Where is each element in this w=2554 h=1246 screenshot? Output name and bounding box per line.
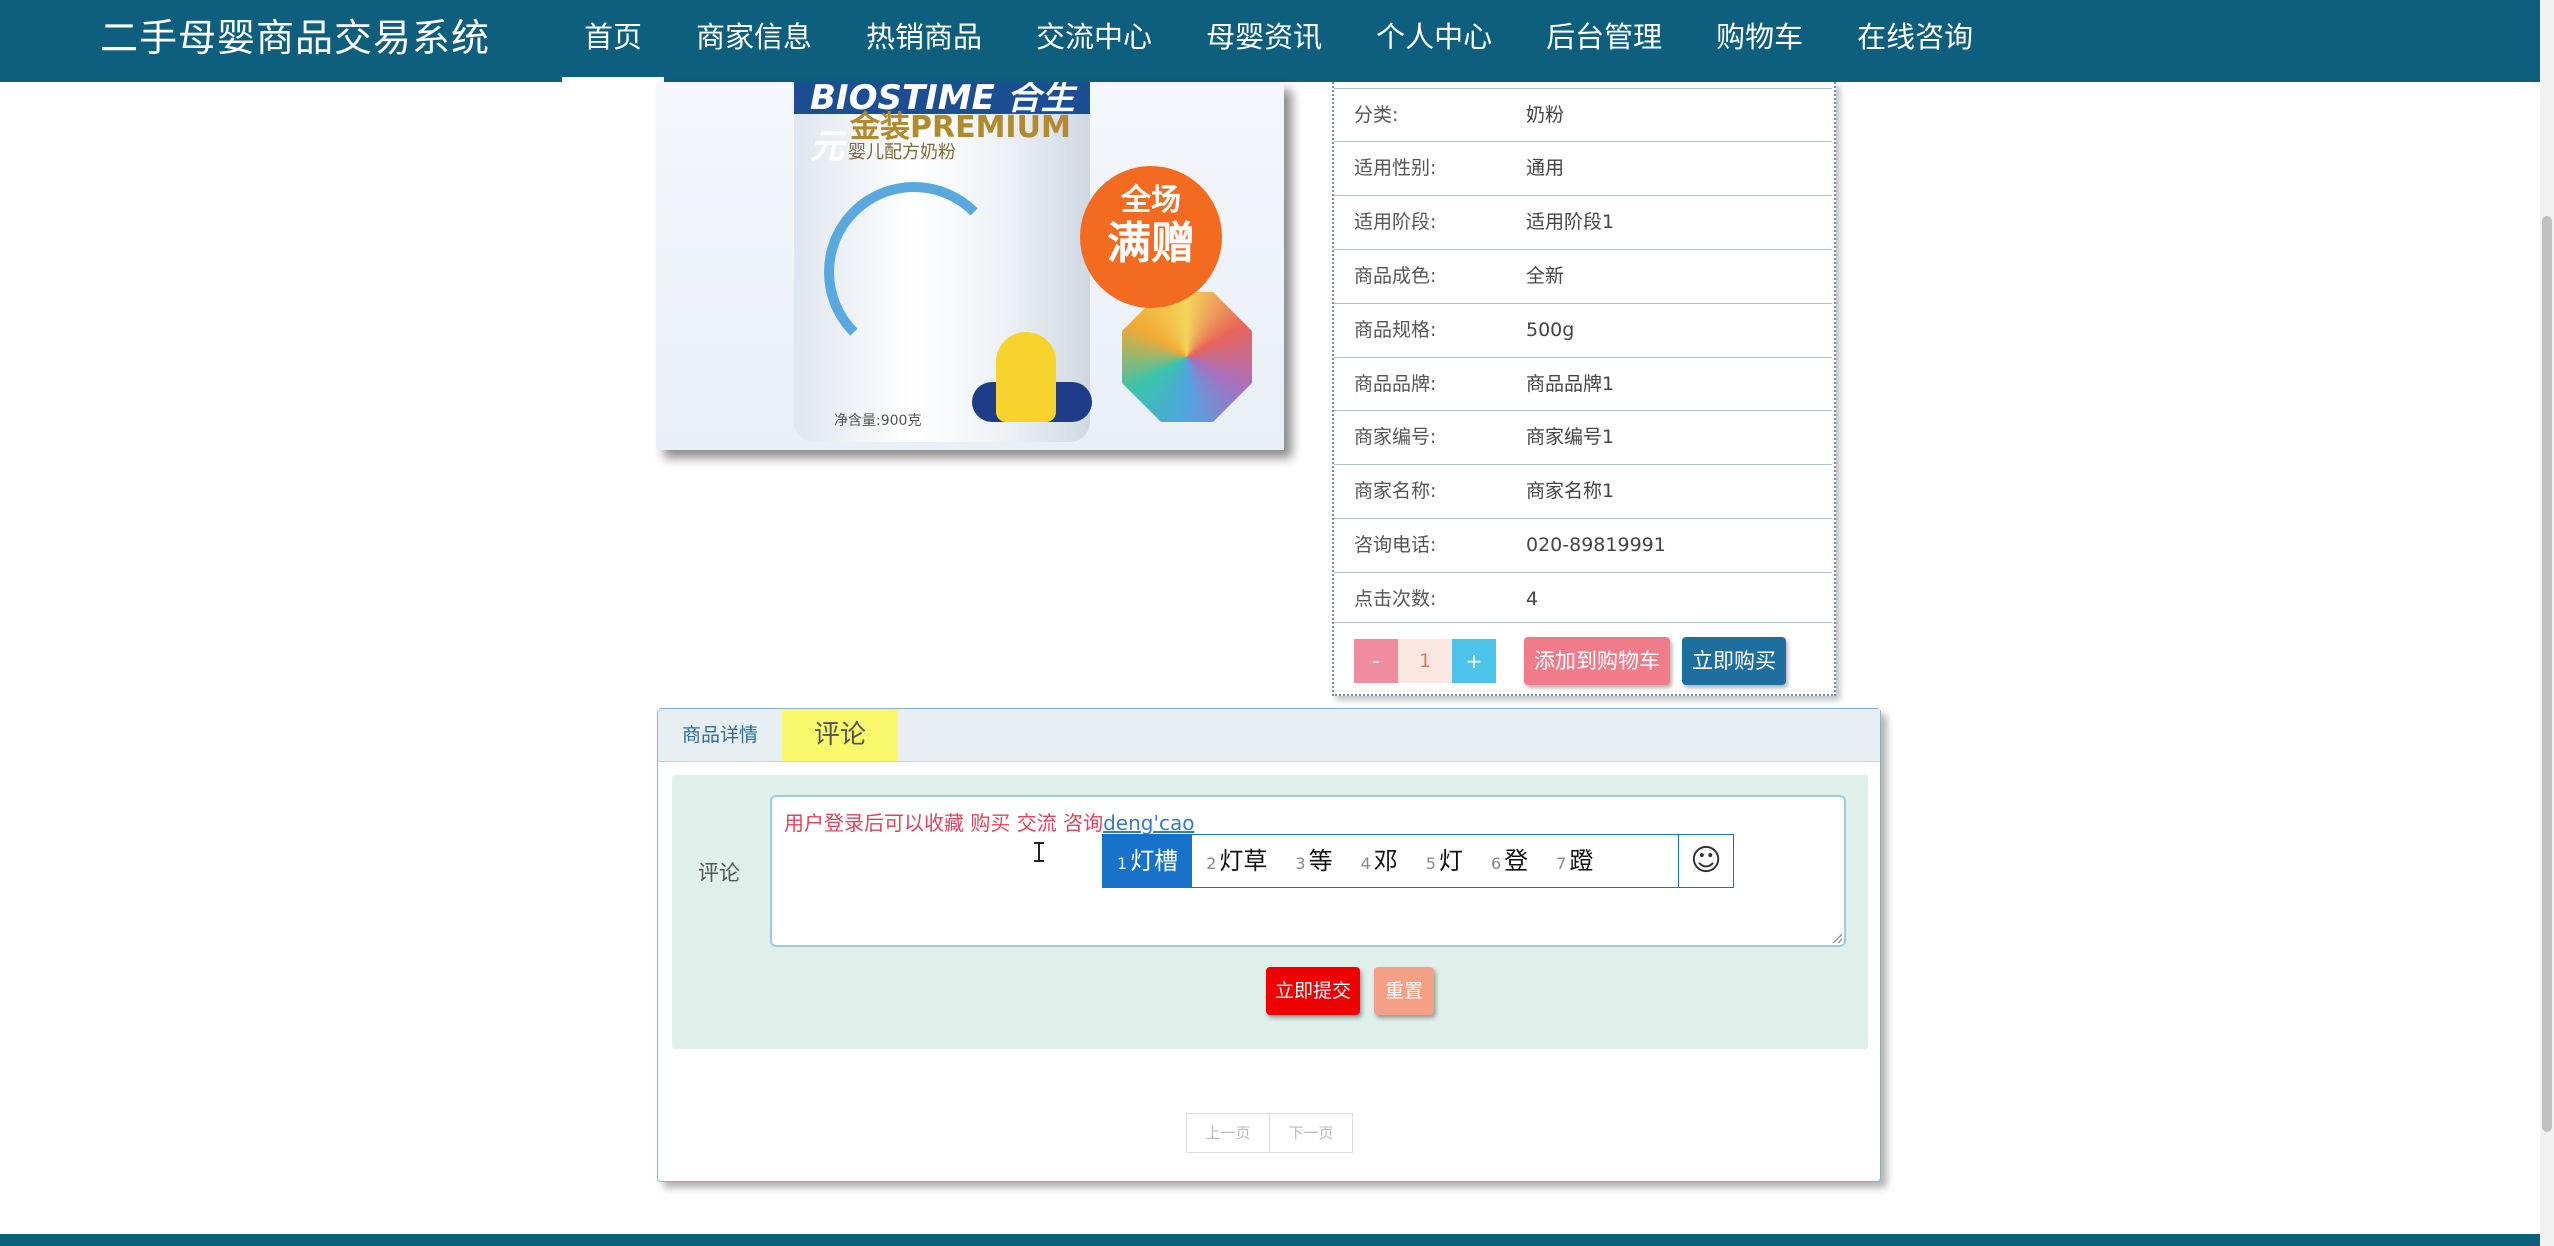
ime-candidate[interactable]: 7蹬 — [1542, 835, 1607, 887]
purchase-actions: - 1 + 添加到购物车 立即购买 — [1334, 622, 1832, 693]
ime-candidate[interactable]: 5灯 — [1412, 835, 1477, 887]
pagination: 上一页 下一页 — [1186, 1113, 1353, 1153]
info-row-phone: 咨询电话: 020-89819991 — [1334, 518, 1832, 571]
can-sub-text: 婴儿配方奶粉 — [848, 142, 956, 163]
magnetic-tiles-toy — [1122, 292, 1252, 422]
resize-handle-icon[interactable] — [1832, 933, 1842, 943]
comment-text: 用户登录后可以收藏 购买 交流 咨询 — [784, 811, 1104, 835]
buy-now-button[interactable]: 立即购买 — [1682, 637, 1786, 685]
detail-comment-panel: 商品详情 评论 评论 用户登录后可以收藏 购买 交流 咨询deng'cao 立即… — [657, 708, 1881, 1182]
info-row-gender: 适用性别: 通用 — [1334, 141, 1832, 194]
info-row-spec: 商品规格: 500g — [1334, 303, 1832, 356]
quantity-input[interactable]: 1 — [1398, 639, 1452, 683]
nav-forum[interactable]: 交流中心 — [1014, 0, 1174, 82]
quantity-increase-button[interactable]: + — [1452, 639, 1496, 683]
prev-page-button[interactable]: 上一页 — [1186, 1113, 1270, 1153]
swirl-graphic — [824, 182, 1004, 362]
ime-candidate[interactable]: 1 灯槽 — [1103, 835, 1193, 887]
nav-news[interactable]: 母婴资讯 — [1184, 0, 1344, 82]
info-row-category: 分类: 奶粉 — [1334, 88, 1832, 141]
ime-candidate[interactable]: 3等 — [1281, 835, 1346, 887]
info-row-brand: 商品品牌: 商品品牌1 — [1334, 357, 1832, 410]
can-net-weight: 净含量:900克 — [834, 413, 922, 429]
toy-figure — [996, 332, 1056, 422]
ime-candidate-window: 1 灯槽 2 灯草 3等 4邓 5灯 6登 7蹬 ☺ — [1102, 834, 1734, 888]
quantity-decrease-button[interactable]: - — [1354, 639, 1398, 683]
site-title[interactable]: 二手母婴商品交易系统 — [100, 12, 490, 64]
promo-badge: 全场 满赠 — [1080, 166, 1222, 308]
top-navbar: 二手母婴商品交易系统 首页 商家信息 热销商品 交流中心 母婴资讯 个人中心 后… — [0, 0, 2540, 82]
info-row-stage: 适用阶段: 适用阶段1 — [1334, 195, 1832, 248]
reset-button[interactable]: 重置 — [1374, 967, 1434, 1015]
product-info-table: 分类: 奶粉 适用性别: 通用 适用阶段: 适用阶段1 商品成色: 全新 商品规… — [1332, 82, 1836, 696]
tab-comment[interactable]: 评论 — [782, 709, 898, 761]
add-to-cart-button[interactable]: 添加到购物车 — [1524, 637, 1670, 685]
scrollbar-thumb[interactable] — [2542, 216, 2552, 1132]
nav-home[interactable]: 首页 — [562, 0, 665, 82]
ime-candidate[interactable]: 4邓 — [1347, 835, 1412, 887]
footer-bar — [0, 1234, 2540, 1246]
comment-label: 评论 — [698, 861, 740, 885]
emoji-icon[interactable]: ☺ — [1678, 835, 1733, 887]
nav-merchant-info[interactable]: 商家信息 — [674, 0, 834, 82]
product-image: BIOSTIME 合生元 金装PREMIUM 婴儿配方奶粉 净含量:900克 全… — [656, 82, 1284, 450]
nav-online-consult[interactable]: 在线咨询 — [1835, 0, 1995, 82]
next-page-button[interactable]: 下一页 — [1270, 1113, 1353, 1153]
nav-hot-products[interactable]: 热销商品 — [844, 0, 1004, 82]
comment-form: 评论 用户登录后可以收藏 购买 交流 咨询deng'cao 立即提交 重置 — [672, 775, 1868, 1049]
info-row-condition: 商品成色: 全新 — [1334, 249, 1832, 302]
nav-personal-center[interactable]: 个人中心 — [1354, 0, 1514, 82]
info-row-merchant-name: 商家名称: 商家名称1 — [1334, 464, 1832, 517]
ime-candidate[interactable]: 6登 — [1477, 835, 1542, 887]
main-nav: 首页 商家信息 热销商品 交流中心 母婴资讯 个人中心 后台管理 购物车 在线咨… — [562, 0, 2005, 82]
nav-admin[interactable]: 后台管理 — [1524, 0, 1684, 82]
tab-product-detail[interactable]: 商品详情 — [658, 709, 782, 761]
nav-cart[interactable]: 购物车 — [1694, 0, 1825, 82]
tab-strip: 商品详情 评论 — [658, 709, 1880, 762]
ime-composition-text: deng'cao — [1103, 811, 1195, 835]
text-cursor-icon — [1034, 842, 1044, 862]
info-row-merchant-id: 商家编号: 商家编号1 — [1334, 410, 1832, 463]
info-row-clicks: 点击次数: 4 — [1334, 572, 1832, 625]
submit-comment-button[interactable]: 立即提交 — [1266, 967, 1360, 1015]
ime-candidate[interactable]: 2 灯草 — [1192, 835, 1281, 887]
